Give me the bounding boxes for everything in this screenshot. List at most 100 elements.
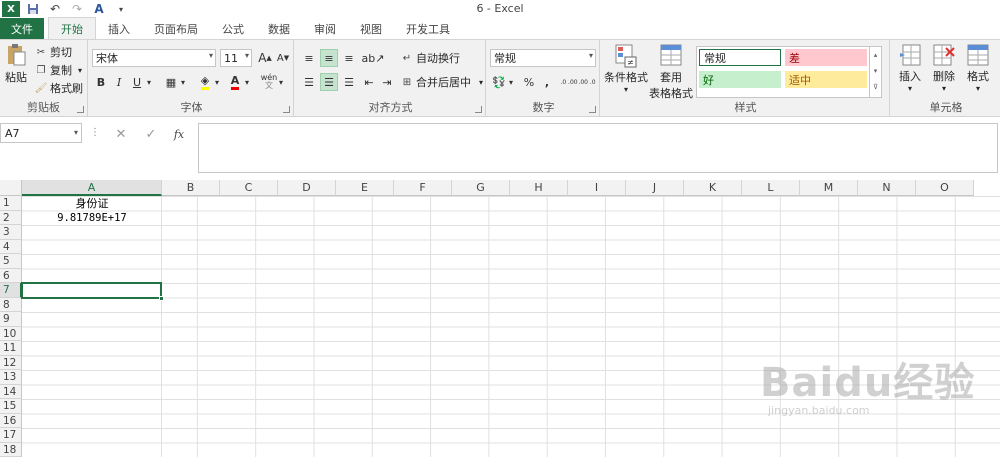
format-as-table-button[interactable]: 套用 表格格式 <box>648 44 694 101</box>
tab-formulas[interactable]: 公式 <box>210 18 256 39</box>
row-header-7[interactable]: 7 <box>0 283 22 298</box>
row-header-15[interactable]: 15 <box>0 399 22 414</box>
row-header-9[interactable]: 9 <box>0 312 22 327</box>
column-header-n[interactable]: N <box>858 180 916 196</box>
row-header-13[interactable]: 13 <box>0 370 22 385</box>
merge-center-button[interactable]: ⊞ 合并后居中 ▾ <box>400 74 483 90</box>
tab-home[interactable]: 开始 <box>48 17 96 39</box>
column-header-k[interactable]: K <box>684 180 742 196</box>
tab-review[interactable]: 审阅 <box>302 18 348 39</box>
conditional-formatting-button[interactable]: ≠ 条件格式 ▾ <box>604 44 648 94</box>
wrap-text-button[interactable]: ↵ 自动换行 <box>400 50 460 66</box>
align-bottom-button[interactable]: ≡ <box>340 49 358 67</box>
tab-file[interactable]: 文件 <box>0 18 44 39</box>
row-header-17[interactable]: 17 <box>0 428 22 443</box>
row-header-11[interactable]: 11 <box>0 341 22 356</box>
decrease-decimal-button[interactable]: .00 .0 <box>578 73 596 91</box>
underline-dropdown[interactable]: ▾ <box>144 73 154 91</box>
style-bad[interactable]: 差 <box>785 49 867 66</box>
fill-handle[interactable] <box>159 296 164 301</box>
column-header-h[interactable]: H <box>510 180 568 196</box>
cancel-icon[interactable]: ✕ <box>112 125 130 143</box>
name-box[interactable]: A7 ▾ <box>0 123 82 143</box>
increase-decimal-button[interactable]: .0 .00 <box>560 73 578 91</box>
number-launcher-icon[interactable] <box>589 106 596 113</box>
fill-color-dropdown[interactable]: ▾ <box>212 73 222 91</box>
formula-input[interactable] <box>198 123 998 173</box>
style-normal[interactable]: 常规 <box>699 49 781 66</box>
font-color-dropdown[interactable]: ▾ <box>242 73 252 91</box>
column-header-j[interactable]: J <box>626 180 684 196</box>
align-center-button[interactable]: ☰ <box>320 73 338 91</box>
tab-page-layout[interactable]: 页面布局 <box>142 18 210 39</box>
grow-font-button[interactable]: A ▲ <box>256 49 274 67</box>
column-header-g[interactable]: G <box>452 180 510 196</box>
column-header-a[interactable]: A <box>22 180 162 196</box>
row-header-12[interactable]: 12 <box>0 355 22 370</box>
row-header-3[interactable]: 3 <box>0 225 22 240</box>
style-good[interactable]: 好 <box>699 71 781 88</box>
selected-cell-a7[interactable] <box>21 282 164 301</box>
column-header-o[interactable]: O <box>916 180 974 196</box>
gallery-scroll[interactable]: ▴ ▾ ⊽ <box>869 47 881 97</box>
row-header-10[interactable]: 10 <box>0 326 22 341</box>
format-cells-button[interactable]: 格式 ▾ <box>962 44 994 93</box>
copy-button[interactable]: ❐ 复制 ▾ <box>34 62 83 78</box>
borders-dropdown[interactable]: ▾ <box>178 73 188 91</box>
font-launcher-icon[interactable] <box>283 106 290 113</box>
row-header-4[interactable]: 4 <box>0 239 22 254</box>
align-top-button[interactable]: ≡ <box>300 49 318 67</box>
delete-cells-button[interactable]: 删除 ▾ <box>928 44 960 93</box>
phonetic-dropdown[interactable]: ▾ <box>276 73 286 91</box>
align-left-button[interactable]: ☰ <box>300 73 318 91</box>
tab-data[interactable]: 数据 <box>256 18 302 39</box>
column-header-e[interactable]: E <box>336 180 394 196</box>
clipboard-launcher-icon[interactable] <box>77 106 84 113</box>
percent-button[interactable]: % <box>520 73 538 91</box>
column-header-b[interactable]: B <box>162 180 220 196</box>
font-size-combo[interactable]: 11 ▾ <box>220 49 252 67</box>
align-middle-button[interactable]: ≡ <box>320 49 338 67</box>
increase-indent-button[interactable]: ⇥ <box>378 73 396 91</box>
currency-dropdown[interactable]: ▾ <box>506 73 516 91</box>
tab-developer[interactable]: 开发工具 <box>394 18 462 39</box>
bold-button[interactable]: B <box>92 73 110 91</box>
row-header-1[interactable]: 1 <box>0 196 22 211</box>
tab-view[interactable]: 视图 <box>348 18 394 39</box>
cell-a2[interactable]: 9.81789E+17 <box>22 211 162 225</box>
enter-icon[interactable]: ✓ <box>142 125 160 143</box>
column-header-i[interactable]: I <box>568 180 626 196</box>
paste-button[interactable]: 粘贴 <box>4 43 28 85</box>
column-a-cells[interactable] <box>22 196 162 457</box>
tab-insert[interactable]: 插入 <box>96 18 142 39</box>
font-name-combo[interactable]: 宋体 ▾ <box>92 49 216 67</box>
insert-function-icon[interactable]: fx <box>170 125 188 143</box>
row-header-6[interactable]: 6 <box>0 268 22 283</box>
row-header-18[interactable]: 18 <box>0 442 22 457</box>
orientation-button[interactable]: ab↗ <box>362 49 385 67</box>
style-neutral[interactable]: 适中 <box>785 71 867 88</box>
comma-button[interactable]: , <box>538 73 556 91</box>
row-header-2[interactable]: 2 <box>0 210 22 225</box>
column-header-c[interactable]: C <box>220 180 278 196</box>
decrease-indent-button[interactable]: ⇤ <box>360 73 378 91</box>
row-header-14[interactable]: 14 <box>0 384 22 399</box>
number-format-combo[interactable]: 常规 ▾ <box>490 49 596 67</box>
column-header-l[interactable]: L <box>742 180 800 196</box>
select-all-corner[interactable] <box>0 180 22 196</box>
format-painter-button[interactable]: 🖌 格式刷 <box>34 80 83 96</box>
shrink-font-button[interactable]: A ▼ <box>274 49 292 67</box>
insert-cells-button[interactable]: 插入 ▾ <box>894 44 926 93</box>
column-header-f[interactable]: F <box>394 180 452 196</box>
column-header-m[interactable]: M <box>800 180 858 196</box>
cell-a1[interactable]: 身份证 <box>22 197 162 211</box>
row-header-8[interactable]: 8 <box>0 297 22 312</box>
row-header-5[interactable]: 5 <box>0 254 22 269</box>
italic-button[interactable]: I <box>110 73 128 91</box>
row-header-16[interactable]: 16 <box>0 413 22 428</box>
column-header-d[interactable]: D <box>278 180 336 196</box>
alignment-launcher-icon[interactable] <box>475 106 482 113</box>
align-right-button[interactable]: ☰ <box>340 73 358 91</box>
formula-bar-splitter-icon[interactable]: ⋮ <box>90 127 100 138</box>
cut-button[interactable]: ✂ 剪切 <box>34 44 72 60</box>
